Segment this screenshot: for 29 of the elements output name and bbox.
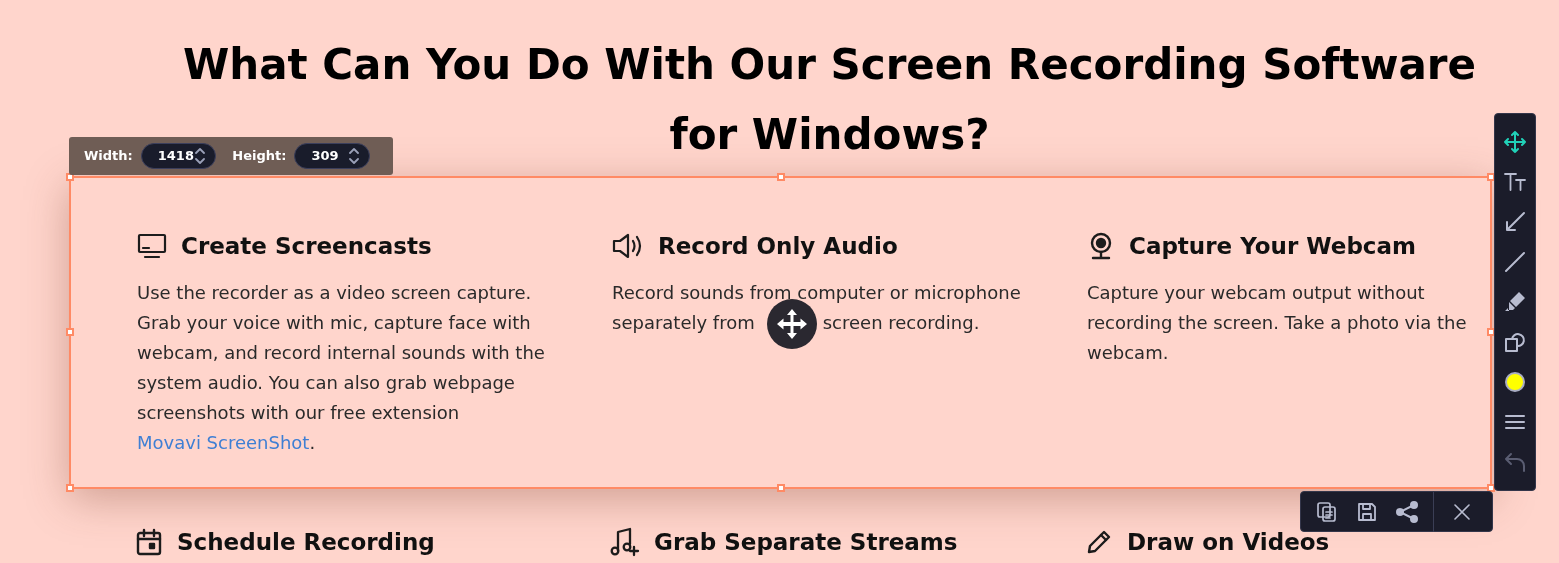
- resize-handle[interactable]: [66, 328, 74, 336]
- music-note-icon: [610, 527, 640, 558]
- monitor-icon: [137, 233, 167, 259]
- feature-description: Capture your webcam output without recording the screen. Take a photo via the webcam.: [1087, 281, 1468, 365]
- height-field[interactable]: 309: [294, 143, 370, 169]
- move-icon[interactable]: [1501, 128, 1529, 156]
- height-label: Height:: [232, 147, 287, 166]
- feature-description: Use the recorder as a video screen capture. Grab your voice with mic, capture face with webcam, and record internal sounds with the system audio. You can also grab webpage screenshots with our free extension Movavi ScreenShot.: [137, 281, 546, 455]
- width-field[interactable]: 1418: [140, 143, 217, 169]
- feature-title: Capture Your Webcam: [1129, 231, 1416, 261]
- description-text: screen recording.: [822, 311, 980, 335]
- feature-title: Schedule Recording: [177, 528, 435, 557]
- page-heading: What Can You Do With Our Screen Recording Software: [183, 39, 1476, 91]
- resize-handle[interactable]: [777, 484, 785, 492]
- stepper-icon: [195, 147, 206, 165]
- page-heading: for Windows?: [669, 109, 990, 161]
- feature-title: Record Only Audio: [658, 231, 898, 261]
- feature-title: Grab Separate Streams: [654, 528, 958, 557]
- feature-title: Draw on Videos: [1127, 528, 1330, 557]
- feature-title: Create Screencasts: [181, 231, 432, 261]
- selection-frame[interactable]: [69, 176, 1492, 489]
- width-label: Width:: [84, 147, 133, 166]
- resize-handle[interactable]: [777, 173, 785, 181]
- speaker-icon: [612, 232, 644, 260]
- calendar-icon: [135, 528, 163, 557]
- stepper-icon: [349, 147, 359, 165]
- resize-handle[interactable]: [66, 484, 74, 492]
- description-text: Record sounds from computer or microphone: [612, 281, 1021, 305]
- description-text: separately from: [612, 311, 755, 335]
